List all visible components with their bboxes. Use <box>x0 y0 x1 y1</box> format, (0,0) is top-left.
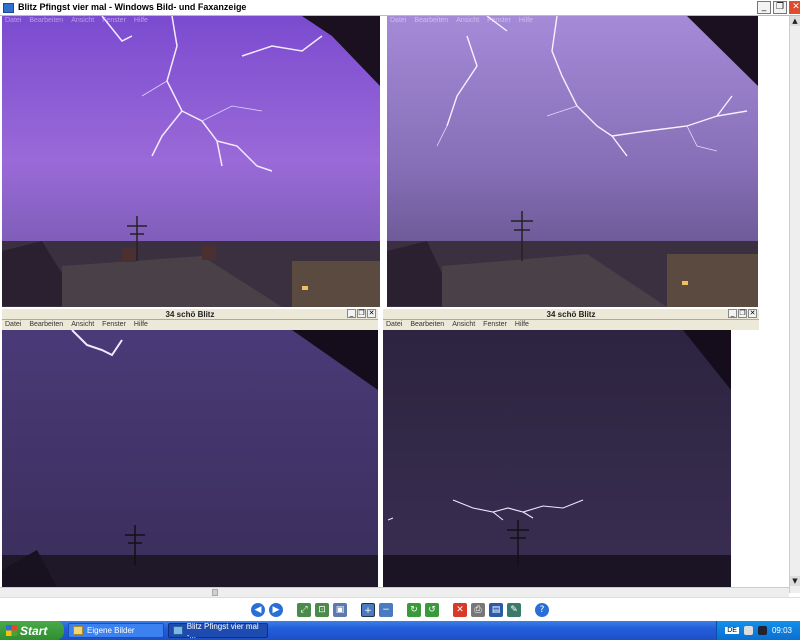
child-maximize-button[interactable]: ❐ <box>357 309 366 318</box>
menu-bar-top-right: Datei Bearbeiten Ansicht Fenster Hilfe <box>387 16 758 26</box>
folder-icon <box>73 626 83 635</box>
child-title: 34 schö Blitz <box>165 310 215 319</box>
menu-hilfe[interactable]: Hilfe <box>134 320 148 330</box>
lightning-photo-top-left <box>2 16 380 307</box>
child-window-controls: _ ❐ ✕ <box>728 309 757 318</box>
lightning-photo-bottom-left <box>2 330 378 587</box>
app-title: Blitz Pfingst vier mal - Windows Bild- u… <box>18 2 247 12</box>
child-close-button[interactable]: ✕ <box>367 309 376 318</box>
child-titlebar-bottom-right[interactable]: 34 schö Blitz _ ❐ ✕ <box>383 309 759 320</box>
windows-logo-icon <box>6 625 17 636</box>
app-titlebar[interactable]: Blitz Pfingst vier mal - Windows Bild- u… <box>0 0 800 16</box>
image-window-bottom-left[interactable]: 34 schö Blitz _ ❐ ✕ Datei Bearbeiten Ans… <box>2 309 378 587</box>
child-window-controls: _ ❐ ✕ <box>347 309 376 318</box>
maximize-button[interactable]: ❐ <box>773 1 787 14</box>
menu-bearbeiten[interactable]: Bearbeiten <box>29 320 63 330</box>
menu-hilfe[interactable]: Hilfe <box>515 320 529 330</box>
actual-size-icon[interactable]: ⊡ <box>315 602 329 617</box>
menu-bearbeiten[interactable]: Bearbeiten <box>29 16 63 26</box>
system-tray: DE 09:03 <box>716 621 800 640</box>
scroll-up-icon[interactable]: ▲ <box>790 16 800 26</box>
zoom-out-icon[interactable]: − <box>379 602 393 617</box>
next-image-icon[interactable]: ▶ <box>269 602 283 617</box>
task-label: Eigene Bilder <box>87 626 135 635</box>
save-copy-icon[interactable]: ▤ <box>489 602 503 617</box>
menu-bearbeiten[interactable]: Bearbeiten <box>414 16 448 26</box>
viewer-margin <box>731 330 759 587</box>
rotate-counterclockwise-icon[interactable]: ↺ <box>425 602 439 617</box>
image-viewer-icon <box>173 626 183 635</box>
lightning-photo-top-right <box>387 16 758 307</box>
child-minimize-button[interactable]: _ <box>728 309 737 318</box>
menu-bar-bottom-left: Datei Bearbeiten Ansicht Fenster Hilfe <box>2 320 378 330</box>
image-window-top-left[interactable]: Datei Bearbeiten Ansicht Fenster Hilfe <box>2 16 380 307</box>
app-icon <box>3 3 14 13</box>
menu-fenster[interactable]: Fenster <box>102 320 126 330</box>
child-minimize-button[interactable]: _ <box>347 309 356 318</box>
window-controls: _ ❐ ✕ <box>757 1 800 14</box>
menu-datei[interactable]: Datei <box>5 16 21 26</box>
minimize-button[interactable]: _ <box>757 1 771 14</box>
help-icon[interactable]: ? <box>535 602 549 617</box>
zoom-in-icon[interactable]: + <box>361 602 375 617</box>
close-button[interactable]: ✕ <box>789 1 800 14</box>
print-icon[interactable]: ⎙ <box>471 602 485 617</box>
menu-ansicht[interactable]: Ansicht <box>71 320 94 330</box>
child-title: 34 schö Blitz <box>546 310 596 319</box>
menu-hilfe[interactable]: Hilfe <box>519 16 533 26</box>
menu-fenster[interactable]: Fenster <box>487 16 511 26</box>
menu-datei[interactable]: Datei <box>386 320 402 330</box>
menu-datei[interactable]: Datei <box>5 320 21 330</box>
child-close-button[interactable]: ✕ <box>748 309 757 318</box>
vertical-scrollbar[interactable]: ▲ ▼ <box>789 16 800 593</box>
menu-bearbeiten[interactable]: Bearbeiten <box>410 320 444 330</box>
menu-ansicht[interactable]: Ansicht <box>452 320 475 330</box>
image-window-bottom-right[interactable]: 34 schö Blitz _ ❐ ✕ Datei Bearbeiten Ans… <box>383 309 759 587</box>
slideshow-icon[interactable]: ▣ <box>333 602 347 617</box>
menu-fenster[interactable]: Fenster <box>102 16 126 26</box>
previous-image-icon[interactable]: ◀ <box>251 602 265 617</box>
menu-ansicht[interactable]: Ansicht <box>456 16 479 26</box>
delete-icon[interactable]: ✕ <box>453 602 467 617</box>
menu-hilfe[interactable]: Hilfe <box>134 16 148 26</box>
child-titlebar-bottom-left[interactable]: 34 schö Blitz _ ❐ ✕ <box>2 309 378 320</box>
taskbar-item-viewer[interactable]: Blitz Pfingst vier mal -... <box>168 621 268 640</box>
menu-bar-bottom-right: Datei Bearbeiten Ansicht Fenster Hilfe <box>383 320 759 330</box>
edit-icon[interactable]: ✎ <box>507 602 521 617</box>
image-window-top-right[interactable]: Datei Bearbeiten Ansicht Fenster Hilfe <box>387 16 758 307</box>
lightning-photo-bottom-right <box>383 330 731 587</box>
menu-fenster[interactable]: Fenster <box>483 320 507 330</box>
menu-bar-top-left: Datei Bearbeiten Ansicht Fenster Hilfe <box>2 16 380 26</box>
start-label: Start <box>20 623 48 638</box>
taskbar-item-eigene-bilder[interactable]: Eigene Bilder <box>68 623 164 638</box>
child-maximize-button[interactable]: ❐ <box>738 309 747 318</box>
viewer-toolbar: ◀ ▶ ⤢ ⊡ ▣ + − ↻ ↺ ✕ ⎙ ▤ ✎ ? <box>0 597 800 621</box>
horizontal-scrollbar[interactable] <box>0 587 789 597</box>
task-label: Blitz Pfingst vier mal -... <box>186 621 259 640</box>
scroll-down-icon[interactable]: ▼ <box>790 576 800 586</box>
clock: 09:03 <box>771 626 792 635</box>
scroll-thumb[interactable] <box>212 589 218 596</box>
start-button[interactable]: Start <box>0 621 64 640</box>
language-indicator[interactable]: DE <box>725 627 739 634</box>
best-fit-icon[interactable]: ⤢ <box>297 602 311 617</box>
tray-app-icon[interactable] <box>757 626 767 635</box>
rotate-clockwise-icon[interactable]: ↻ <box>407 602 421 617</box>
taskbar: Start Eigene Bilder Blitz Pfingst vier m… <box>0 621 800 640</box>
menu-datei[interactable]: Datei <box>390 16 406 26</box>
tray-network-icon[interactable] <box>743 626 753 635</box>
menu-ansicht[interactable]: Ansicht <box>71 16 94 26</box>
